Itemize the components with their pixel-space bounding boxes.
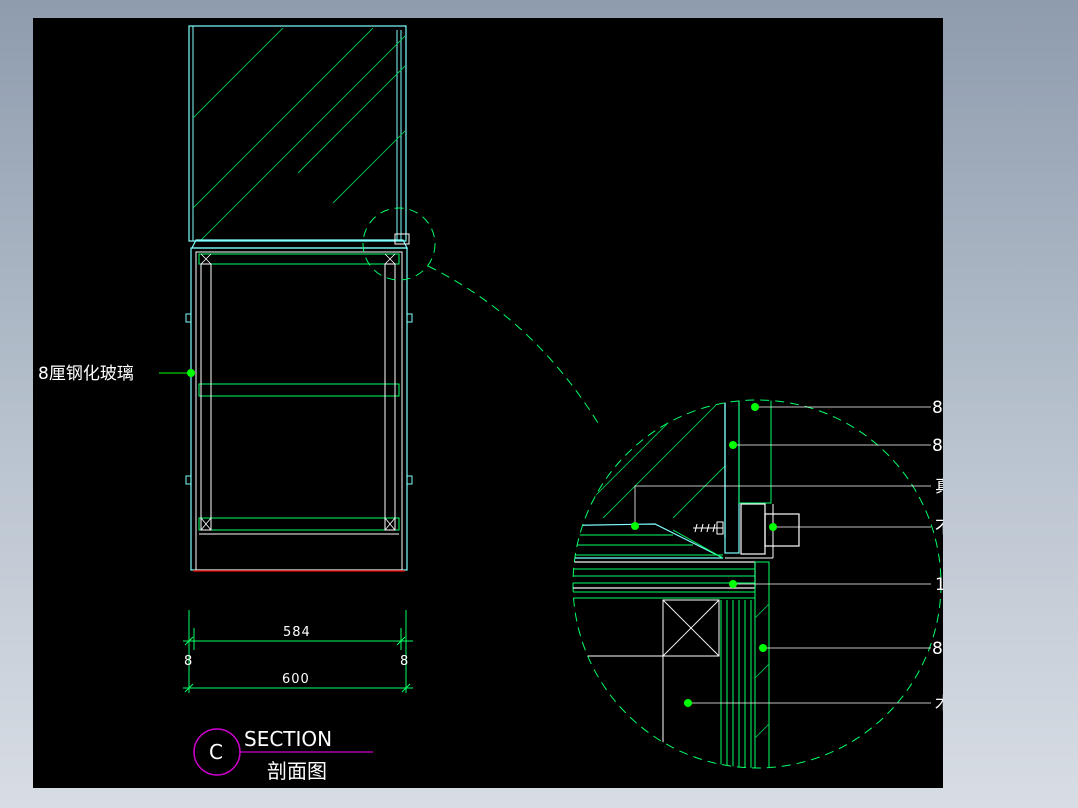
section-title-en: SECTION (244, 727, 332, 751)
dimension-left-8: 8 (184, 654, 193, 669)
detail-reference-leader (362, 207, 942, 769)
callout-timber-joist: 木龙骨 (935, 694, 943, 714)
cabinet-section-view (185, 25, 413, 572)
callout-glass-1: 8厘钢化玻璃 (932, 398, 943, 418)
section-title-zh: 剖面图 (267, 759, 327, 783)
cad-drawing-canvas: 8厘钢化玻璃 584 8 8 600 C SECTION 剖面图 8 8 1 8 (33, 18, 943, 788)
callout-leather-facing: 真皮贴面 (935, 477, 943, 497)
callout-plywood: 18厘夹板 (935, 575, 943, 595)
callout-glass-3: 8厘钢化玻璃 (932, 639, 943, 659)
callout-stainless-lock: 不锈钢锁具 (935, 518, 943, 538)
dimension-overall-600: 600 (282, 672, 310, 687)
section-title-block: C SECTION 剖面图 (193, 727, 373, 783)
section-marker-letter: C (209, 740, 223, 764)
dimension-right-8: 8 (400, 654, 409, 669)
dimension-inner-584: 584 (283, 625, 311, 640)
detail-callouts: 8厘钢化玻璃 8厘钢化玻璃 真皮贴面 不锈钢锁具 18厘夹板 8厘钢化玻璃 木龙… (631, 398, 943, 714)
callout-glass-2: 8厘钢化玻璃 (932, 436, 943, 456)
left-glass-label: 8厘钢化玻璃 (38, 364, 134, 384)
left-glass-callout: 8厘钢化玻璃 (38, 364, 195, 384)
